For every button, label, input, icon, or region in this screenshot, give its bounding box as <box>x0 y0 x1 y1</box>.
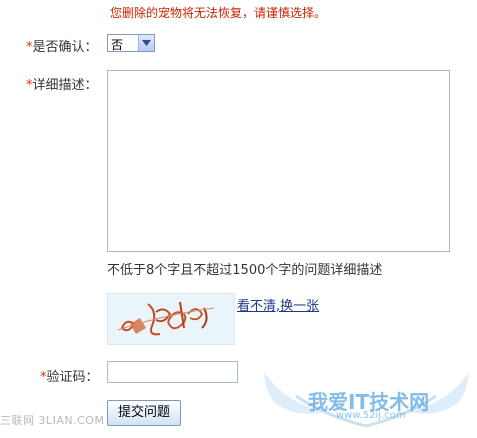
watermark-logo: 我爱IT技术网 www.52ij.com <box>256 352 477 434</box>
watermark-logo-url: www.52ij.com <box>336 410 406 421</box>
confirm-select[interactable]: 否 <box>107 34 155 52</box>
watermark-text: 三联网 3LIAN.COM <box>0 414 105 427</box>
warning-message: 您删除的宠物将无法恢复，请谨慎选择。 <box>110 6 327 20</box>
description-label: *详细描述： <box>26 74 98 93</box>
refresh-captcha-link[interactable]: 看不清,换一张 <box>237 295 319 314</box>
captcha-image <box>107 293 235 345</box>
verification-code-input[interactable] <box>107 361 238 383</box>
confirm-select-value: 否 <box>111 38 124 52</box>
confirm-label-text: 是否确认： <box>32 40 98 55</box>
confirm-label: *是否确认： <box>26 36 98 55</box>
code-label: *验证码： <box>40 366 99 385</box>
submit-button[interactable]: 提交问题 <box>107 400 181 426</box>
description-label-text: 详细描述： <box>32 78 98 93</box>
description-hint: 不低于8个字且不超过1500个字的问题详细描述 <box>107 263 383 278</box>
chevron-down-icon[interactable] <box>138 35 154 51</box>
code-label-text: 验证码： <box>46 370 99 385</box>
description-textarea[interactable] <box>107 70 450 252</box>
